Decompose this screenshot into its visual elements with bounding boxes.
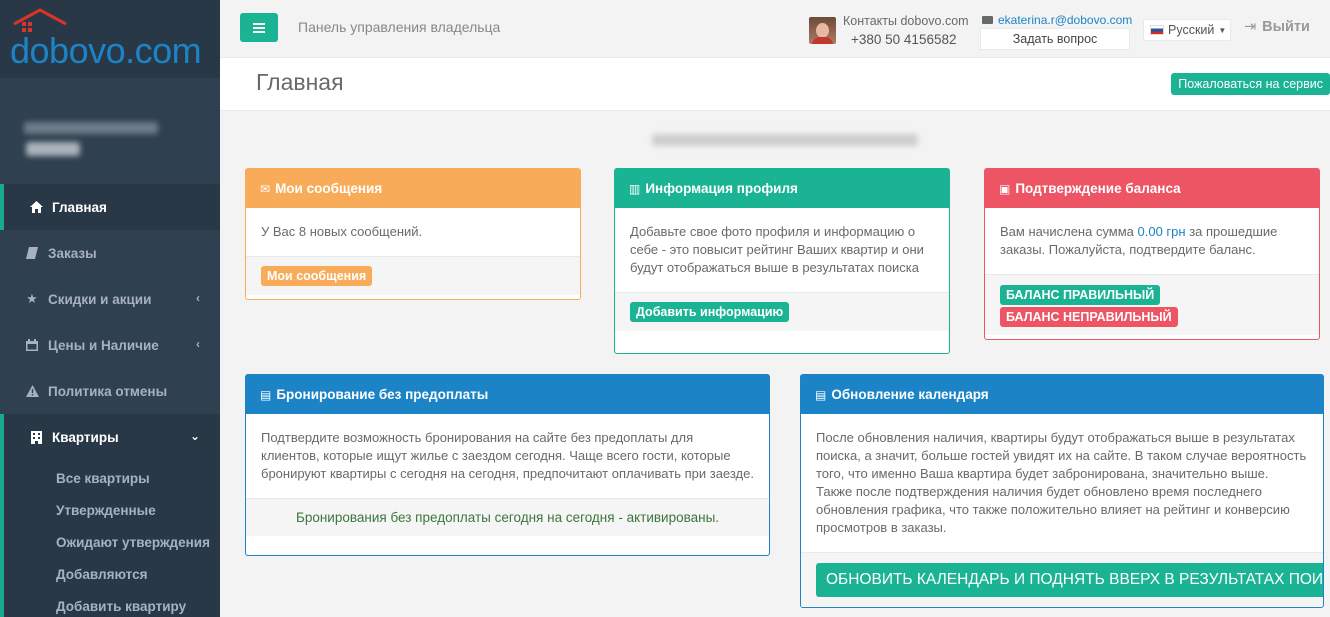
messages-panel-footer: Мои сообщения — [246, 256, 580, 295]
sidebar-item-label: Главная — [52, 199, 107, 215]
star-icon: ★ — [26, 291, 38, 306]
complain-button[interactable]: Пожаловаться на сервис — [1171, 73, 1330, 95]
booking-panel-title: Бронирование без предоплаты — [276, 387, 489, 402]
apartments-submenu: Все квартиры Утвержденные Ожидают утверж… — [0, 460, 220, 617]
blurred-welcome-text — [652, 134, 918, 146]
envelope-icon: ✉ — [260, 181, 271, 196]
booking-panel: ▤ Бронирование без предоплаты Подтвердит… — [245, 374, 770, 556]
booking-status-text: Бронирования без предоплаты сегодня на с… — [295, 510, 720, 525]
book-icon: ▤ — [815, 387, 827, 402]
book-icon: ▤ — [260, 387, 272, 402]
panel-title: Панель управления владельца — [298, 19, 501, 35]
ask-question-button[interactable]: Задать вопрос — [980, 28, 1130, 50]
submenu-item-pending[interactable]: Ожидают утверждения — [4, 526, 220, 558]
messages-panel: ✉ Мои сообщения У Вас 8 новых сообщений.… — [245, 168, 581, 300]
profile-area — [0, 78, 220, 184]
calendar-icon — [24, 339, 40, 351]
home-icon — [28, 201, 44, 213]
calendar-panel: ▤ Обновление календаря После обновления … — [800, 374, 1324, 608]
envelope-icon — [982, 16, 993, 24]
language-label: Русский — [1168, 23, 1215, 37]
profile-panel-footer: Добавить информацию — [615, 292, 949, 331]
submenu-item-being-added[interactable]: Добавляются — [4, 558, 220, 590]
add-information-button[interactable]: Добавить информацию — [630, 302, 790, 322]
building-icon: ▥ — [629, 181, 641, 196]
sidebar-item-label: Заказы — [48, 245, 97, 261]
sidebar-item-discounts[interactable]: ★ Скидки и акции ‹ — [0, 276, 220, 322]
contacts-phone: +380 50 4156582 — [851, 32, 957, 47]
chevron-down-icon: ⌄ — [189, 429, 200, 443]
email-link[interactable]: ekaterina.r@dobovo.com — [982, 13, 1132, 27]
balance-panel-header: ▣ Подтверждение баланса — [985, 169, 1319, 208]
calendar-panel-footer: ОБНОВИТЬ КАЛЕНДАРЬ И ПОДНЯТЬ ВВЕРХ В РЕЗ… — [801, 552, 1323, 606]
sidebar-item-label: Квартиры — [52, 429, 119, 445]
sidebar-item-cancellation[interactable]: Политика отмены — [0, 368, 220, 414]
money-icon: ▣ — [999, 181, 1011, 196]
submenu-item-add-apartment[interactable]: Добавить квартиру — [4, 590, 220, 617]
profile-panel: ▥ Информация профиля Добавьте свое фото … — [614, 168, 950, 354]
my-messages-button[interactable]: Мои сообщения — [261, 266, 373, 286]
blurred-user-id — [26, 142, 80, 156]
messages-panel-header: ✉ Мои сообщения — [246, 169, 580, 208]
balance-panel-title: Подтверждение баланса — [1015, 181, 1181, 196]
sign-out-icon: ⇥ — [1244, 19, 1257, 35]
top-bar: Панель управления владельца Контакты dob… — [220, 0, 1330, 58]
balance-text-start: Вам начислена сумма — [1000, 224, 1138, 239]
sidebar-item-orders[interactable]: Заказы — [0, 230, 220, 276]
blurred-user-name — [24, 122, 158, 134]
menu-toggle-button[interactable] — [240, 13, 278, 42]
booking-panel-footer: Бронирования без предоплаты сегодня на с… — [246, 498, 769, 536]
hamburger-icon — [253, 22, 265, 33]
sidebar-item-label: Цены и Наличие — [48, 337, 159, 353]
submenu-item-approved[interactable]: Утвержденные — [4, 494, 220, 526]
page-heading: Главная Пожаловаться на сервис — [220, 58, 1330, 111]
page-title: Главная — [256, 69, 344, 95]
profile-panel-header: ▥ Информация профиля — [615, 169, 949, 208]
messages-panel-body: У Вас 8 новых сообщений. — [261, 224, 423, 239]
balance-panel-footer: БАЛАНС ПРАВИЛЬНЫЙ БАЛАНС НЕПРАВИЛЬНЫЙ — [985, 274, 1319, 335]
calendar-panel-header: ▤ Обновление календаря — [801, 375, 1323, 414]
balance-correct-button[interactable]: БАЛАНС ПРАВИЛЬНЫЙ — [1000, 285, 1161, 305]
booking-panel-body: Подтвердите возможность бронирования на … — [261, 430, 754, 481]
warning-icon — [24, 385, 40, 397]
logout-button[interactable]: ⇥ Выйти — [1244, 19, 1310, 35]
calendar-panel-title: Обновление календаря — [831, 387, 989, 402]
language-select[interactable]: Русский ▼ — [1143, 19, 1231, 41]
balance-incorrect-button[interactable]: БАЛАНС НЕПРАВИЛЬНЫЙ — [1000, 307, 1178, 327]
caret-down-icon: ▼ — [1218, 25, 1227, 35]
sidebar-item-apartments[interactable]: Квартиры ⌄ — [0, 414, 220, 460]
balance-amount: 0.00 грн — [1137, 224, 1186, 239]
russia-flag-icon — [1150, 25, 1164, 35]
balance-panel-body: Вам начислена сумма 0.00 грн за прошедши… — [985, 208, 1319, 274]
sidebar-item-prices[interactable]: Цены и Наличие ‹ — [0, 322, 220, 368]
submenu-item-all-apartments[interactable]: Все квартиры — [4, 462, 220, 494]
chevron-left-icon: ‹ — [196, 291, 200, 305]
avatar — [809, 17, 836, 44]
update-calendar-button[interactable]: ОБНОВИТЬ КАЛЕНДАРЬ И ПОДНЯТЬ ВВЕРХ В РЕЗ… — [816, 563, 1323, 597]
sidebar-item-label: Скидки и акции — [48, 291, 152, 307]
profile-panel-title: Информация профиля — [645, 181, 798, 196]
logo-area: dobovo.com — [0, 0, 220, 78]
email-text: ekaterina.r@dobovo.com — [998, 13, 1133, 27]
contacts-label: Контакты dobovo.com — [843, 14, 969, 28]
sidebar: dobovo.com Главная Заказы ★ Скидки и акц… — [0, 0, 220, 617]
booking-panel-header: ▤ Бронирование без предоплаты — [246, 375, 769, 414]
chevron-left-icon: ‹ — [196, 337, 200, 351]
sidebar-item-home[interactable]: Главная — [0, 184, 220, 230]
building-icon — [28, 430, 44, 444]
logo-text[interactable]: dobovo.com — [10, 30, 202, 72]
logout-label: Выйти — [1262, 19, 1310, 35]
balance-panel: ▣ Подтверждение баланса Вам начислена су… — [984, 168, 1320, 340]
messages-panel-title: Мои сообщения — [275, 181, 383, 196]
book-icon — [24, 247, 40, 259]
profile-panel-body: Добавьте свое фото профиля и информацию … — [630, 224, 924, 275]
sidebar-item-label: Политика отмены — [48, 383, 168, 399]
calendar-panel-body: После обновления наличия, квартиры будут… — [816, 430, 1307, 535]
